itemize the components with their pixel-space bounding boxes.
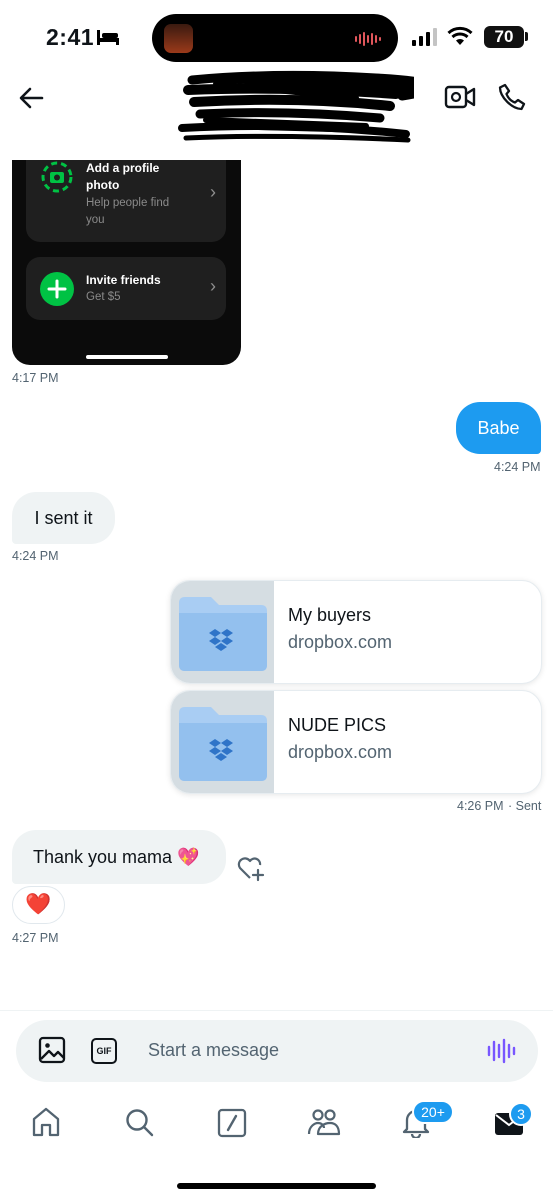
camera-icon xyxy=(41,161,73,193)
battery-cap xyxy=(525,32,528,41)
people-icon[interactable] xyxy=(307,1106,341,1138)
wifi-icon xyxy=(447,26,473,45)
link-title: NUDE PICS xyxy=(288,715,387,735)
dropbox-folder-icon xyxy=(179,597,267,671)
video-camera-icon[interactable] xyxy=(444,83,476,111)
heart-reaction[interactable]: ❤️ xyxy=(12,886,65,924)
message-input[interactable]: Start a message xyxy=(148,1040,279,1061)
profile-card-sub-line1: Help people find xyxy=(86,197,170,209)
message-timestamp: 4:26 PM xyxy=(457,799,504,813)
home-indicator xyxy=(177,1183,376,1189)
image-icon[interactable] xyxy=(38,1036,66,1064)
contact-name-redacted xyxy=(178,70,414,143)
add-profile-photo-card: Add a profile photo Help people find you… xyxy=(26,160,226,242)
battery-icon: 70 xyxy=(484,26,524,48)
plus-circle-icon xyxy=(40,272,74,306)
status-time: 2:41 xyxy=(46,24,95,50)
audio-waveform-icon xyxy=(355,32,381,46)
home-icon[interactable] xyxy=(31,1106,61,1138)
chevron-right-icon: › xyxy=(210,276,216,296)
invite-friends-card: Invite friends Get $5 › xyxy=(26,257,226,320)
link-domain: dropbox.com xyxy=(288,632,393,652)
chevron-right-icon: › xyxy=(210,182,216,202)
profile-card-title-line1: Add a profile xyxy=(86,161,160,175)
slash-box-icon[interactable] xyxy=(217,1106,247,1138)
incoming-message-bubble[interactable]: Thank you mama 💖 xyxy=(12,830,226,884)
message-status: · Sent xyxy=(508,799,542,813)
now-playing-artwork xyxy=(164,24,193,53)
message-timestamp: 4:17 PM xyxy=(12,371,59,385)
link-title: My buyers xyxy=(288,605,372,625)
link-thumbnail xyxy=(171,691,274,793)
message-timestamp: 4:27 PM xyxy=(12,931,59,945)
voice-wave-icon[interactable] xyxy=(486,1036,516,1066)
profile-card-sub-line2: you xyxy=(86,214,105,226)
message-timestamp: 4:24 PM xyxy=(494,460,541,474)
shared-screenshot-image[interactable]: Add a profile photo Help people find you… xyxy=(12,160,241,365)
invite-card-sub: Get $5 xyxy=(86,291,121,303)
outgoing-message-bubble[interactable]: Babe xyxy=(456,402,541,454)
incoming-message-bubble[interactable]: I sent it xyxy=(12,492,115,544)
link-thumbnail xyxy=(171,581,274,683)
message-timestamp: 4:24 PM xyxy=(12,549,59,563)
messages-badge: 3 xyxy=(509,1102,533,1126)
invite-card-title: Invite friends xyxy=(86,273,161,287)
composer-divider xyxy=(0,1010,553,1011)
dropbox-folder-icon xyxy=(179,707,267,781)
sleep-focus-icon xyxy=(97,30,119,45)
cell-signal-icon xyxy=(412,28,437,46)
back-arrow-icon[interactable] xyxy=(16,82,48,114)
link-domain: dropbox.com xyxy=(288,742,393,762)
add-reaction-icon[interactable] xyxy=(236,853,266,883)
search-icon[interactable] xyxy=(124,1106,154,1138)
link-preview-card[interactable]: My buyers dropbox.com xyxy=(170,580,542,684)
phone-icon[interactable] xyxy=(497,82,527,112)
profile-card-title-line2: photo xyxy=(86,178,120,192)
gif-button[interactable]: GIF xyxy=(91,1038,117,1064)
inner-home-indicator xyxy=(86,355,168,359)
notifications-badge: 20+ xyxy=(412,1100,454,1124)
link-preview-card[interactable]: NUDE PICS dropbox.com xyxy=(170,690,542,794)
